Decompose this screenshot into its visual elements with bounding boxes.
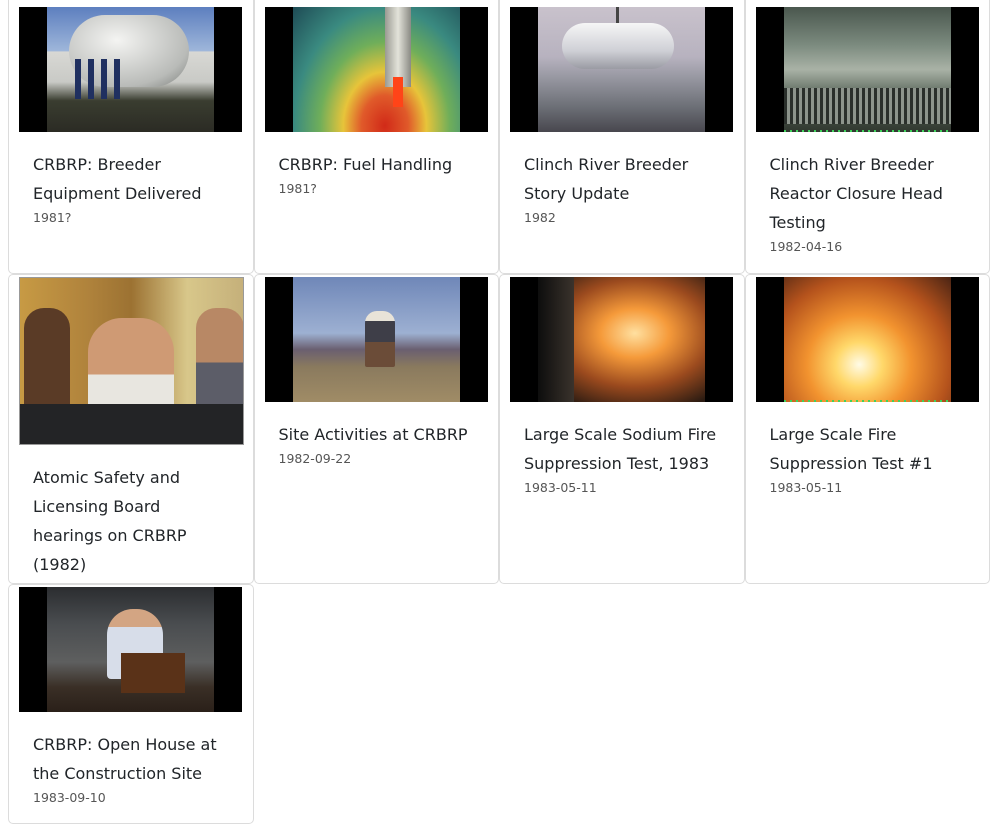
video-thumbnail[interactable] [19,7,242,132]
video-thumbnail[interactable] [755,7,979,132]
video-thumbnail[interactable] [510,7,733,132]
video-title[interactable]: CRBRP: Open House at the Construction Si… [33,730,229,788]
video-grid: CRBRP: Breeder Equipment Delivered 1981?… [8,0,990,824]
video-thumbnail[interactable] [19,277,244,445]
video-title[interactable]: Clinch River Breeder Reactor Closure Hea… [770,150,966,237]
thumbnail-image [292,277,460,402]
video-date: 1983-09-10 [33,790,106,805]
video-card[interactable]: CRBRP: Open House at the Construction Si… [8,584,254,824]
video-thumbnail[interactable] [264,277,488,402]
thumbnail-image [292,7,460,132]
video-thumbnail[interactable] [510,277,733,402]
video-card[interactable]: Site Activities at CRBRP 1982-09-22 [253,274,499,584]
thumbnail-image [783,7,951,132]
video-title[interactable]: Clinch River Breeder Story Update [524,150,720,208]
video-title[interactable]: Site Activities at CRBRP [279,420,475,449]
video-card[interactable]: Large Scale Sodium Fire Suppression Test… [499,274,745,584]
video-date: 1982 [524,210,556,225]
thumbnail-image [538,7,705,132]
video-card[interactable]: CRBRP: Breeder Equipment Delivered 1981? [8,0,254,274]
thumbnail-image [47,587,214,712]
video-thumbnail[interactable] [19,587,242,712]
thumbnail-image [20,278,243,444]
video-card[interactable]: Large Scale Fire Suppression Test #1 198… [744,274,990,584]
video-card[interactable]: CRBRP: Fuel Handling 1981? [253,0,499,274]
video-date: 1982-09-22 [278,451,352,466]
video-date: 1983-05-11 [524,480,597,495]
video-date: 1981? [33,210,72,225]
video-thumbnail[interactable] [755,277,979,402]
video-title[interactable]: CRBRP: Breeder Equipment Delivered [33,150,229,208]
video-date: 1982-04-16 [769,239,843,254]
video-title[interactable]: Large Scale Sodium Fire Suppression Test… [524,420,720,478]
video-date: 1983-05-11 [769,480,843,495]
video-date: 1981? [278,181,317,196]
video-thumbnail[interactable] [264,7,488,132]
video-title[interactable]: Large Scale Fire Suppression Test #1 [770,420,966,478]
video-title[interactable]: CRBRP: Fuel Handling [279,150,475,179]
video-title[interactable]: Atomic Safety and Licensing Board hearin… [33,463,229,579]
video-card[interactable]: Atomic Safety and Licensing Board hearin… [8,274,254,584]
thumbnail-image [47,7,214,132]
video-card[interactable]: Clinch River Breeder Reactor Closure Hea… [744,0,990,274]
thumbnail-image [538,277,705,402]
thumbnail-image [783,277,951,402]
video-card[interactable]: Clinch River Breeder Story Update 1982 [499,0,745,274]
